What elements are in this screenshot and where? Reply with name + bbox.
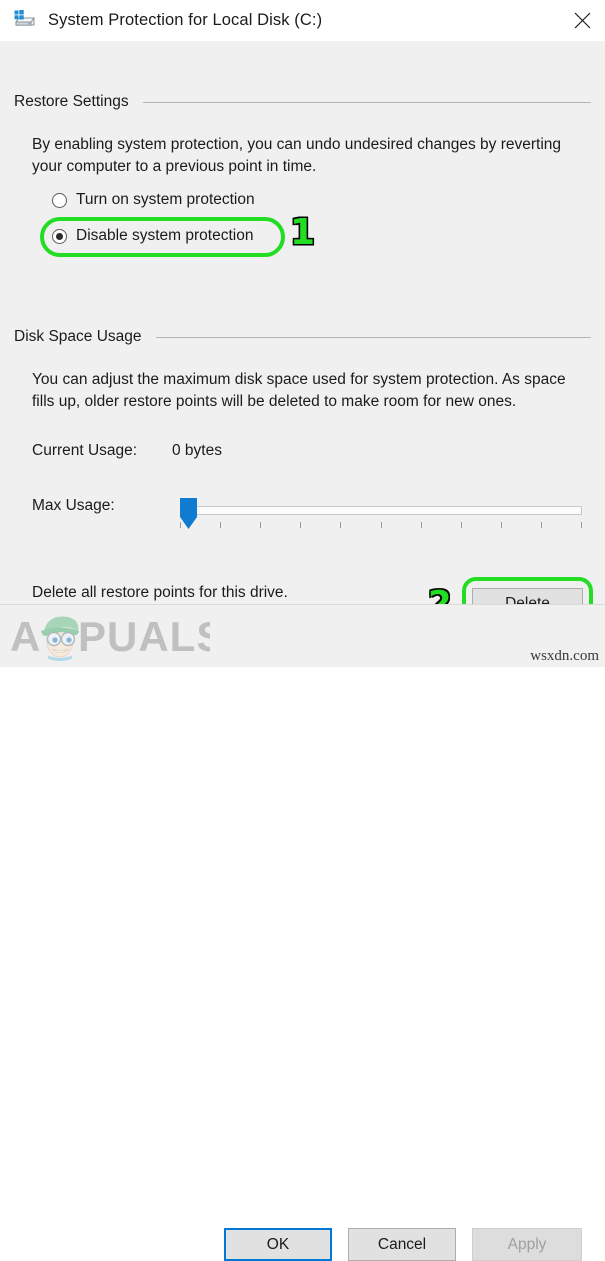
dialog-content: Restore Settings By enabling system prot… [0, 41, 605, 633]
current-usage-value: 0 bytes [172, 442, 222, 459]
restore-settings-label: Restore Settings [14, 93, 129, 110]
source-watermark-text: wsxdn.com [530, 648, 599, 664]
turn-on-system-protection-radio[interactable]: Turn on system protection [52, 191, 255, 209]
appuals-watermark-logo: A PUALS [10, 613, 224, 661]
slider-tick [421, 522, 422, 528]
slider-tick [581, 522, 582, 528]
annotation-step-number-1: 1 [289, 212, 316, 253]
radio-label: Turn on system protection [76, 191, 255, 208]
disk-space-usage-label: Disk Space Usage [14, 328, 142, 345]
hard-drive-icon [13, 9, 37, 33]
max-usage-slider[interactable] [172, 496, 582, 534]
title-bar: System Protection for Local Disk (C:) [0, 0, 605, 41]
group-divider [142, 101, 591, 103]
dialog-footer: A PUALS OK Cancel Apply wsxdn.com [0, 604, 605, 1261]
svg-text:A: A [10, 613, 41, 660]
apply-button: Apply [472, 1228, 582, 1261]
slider-track[interactable] [180, 506, 582, 515]
watermark-text: PUALS [78, 613, 210, 660]
restore-settings-group-header: Restore Settings [14, 93, 591, 111]
window-title: System Protection for Local Disk (C:) [48, 11, 323, 29]
slider-tick [461, 522, 462, 528]
slider-tick [300, 522, 301, 528]
max-usage-label: Max Usage: [32, 497, 115, 514]
delete-restore-points-description: Delete all restore points for this drive… [32, 584, 288, 601]
slider-tick [381, 522, 382, 528]
slider-tick [220, 522, 221, 528]
restore-settings-description: By enabling system protection, you can u… [32, 136, 562, 175]
radio-indicator-checked [52, 228, 67, 244]
current-usage-label: Current Usage: [32, 442, 138, 459]
close-icon[interactable] [559, 0, 605, 41]
disable-system-protection-radio[interactable]: Disable system protection [52, 227, 253, 245]
disk-space-usage-group-header: Disk Space Usage [14, 328, 591, 346]
disk-space-usage-description: You can adjust the maximum disk space us… [32, 371, 566, 410]
group-divider [155, 336, 591, 338]
radio-indicator-unchecked [52, 192, 67, 208]
slider-tick [501, 522, 502, 528]
cancel-button[interactable]: Cancel [348, 1228, 456, 1261]
radio-label: Disable system protection [76, 227, 254, 244]
slider-tick-marks [180, 522, 582, 529]
ok-button[interactable]: OK [224, 1228, 332, 1261]
system-protection-dialog: System Protection for Local Disk (C:) Re… [0, 0, 605, 1261]
slider-tick [260, 522, 261, 528]
slider-thumb[interactable] [179, 498, 197, 529]
slider-tick [541, 522, 542, 528]
slider-tick [340, 522, 341, 528]
